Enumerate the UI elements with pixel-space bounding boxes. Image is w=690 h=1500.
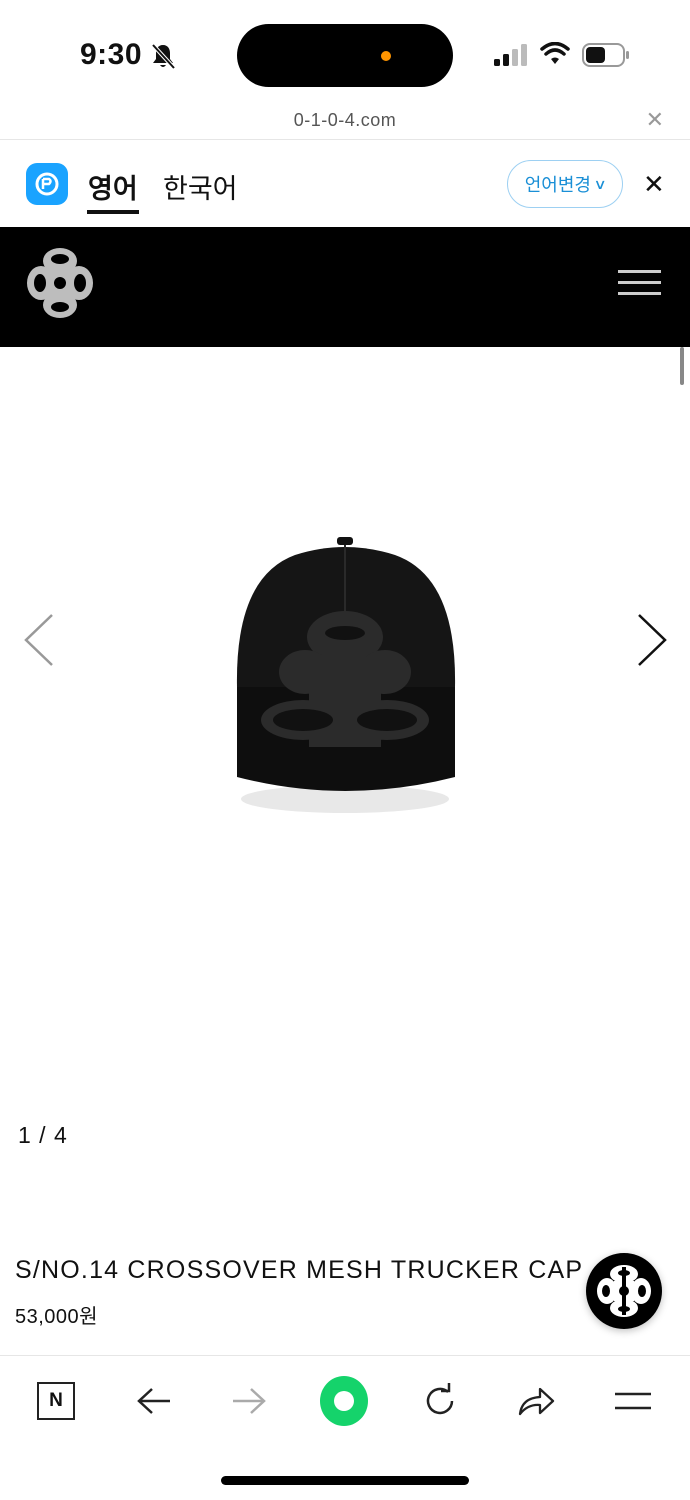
product-gallery[interactable]: 1 / 4 xyxy=(0,347,690,1177)
bell-off-icon xyxy=(151,43,176,70)
site-header xyxy=(0,227,690,347)
tab-source-language[interactable]: 영어 xyxy=(88,167,138,206)
close-translate-icon[interactable]: ✕ xyxy=(643,171,665,197)
reload-icon xyxy=(426,1383,454,1415)
back-arrow-icon xyxy=(137,1388,170,1414)
brand-logo[interactable] xyxy=(25,245,95,321)
share-icon xyxy=(518,1387,555,1416)
change-language-label: 언어변경 xyxy=(524,175,591,195)
tab-target-language[interactable]: 한국어 xyxy=(163,167,238,206)
chevron-left-icon[interactable] xyxy=(22,612,56,668)
battery-icon xyxy=(582,43,629,67)
signal-icon xyxy=(494,44,527,66)
home-button[interactable] xyxy=(320,1376,368,1426)
forward-arrow-icon xyxy=(233,1388,266,1414)
chevron-right-icon[interactable] xyxy=(635,612,669,668)
active-tab-underline xyxy=(87,210,139,214)
slide-counter: 1 / 4 xyxy=(18,1122,68,1148)
menu-icon xyxy=(615,1392,651,1410)
hamburger-icon[interactable] xyxy=(618,270,661,296)
naver-button[interactable]: N xyxy=(32,1378,80,1424)
status-bar: 9:30 xyxy=(0,0,690,100)
reload-button[interactable] xyxy=(416,1378,464,1424)
product-price: 53,000원 xyxy=(15,1306,99,1328)
wifi-icon xyxy=(540,42,570,64)
product-title: S/NO.14 CROSSOVER MESH TRUCKER CAP xyxy=(15,1256,584,1284)
change-language-button[interactable]: 언어변경 ∨ xyxy=(507,160,623,208)
forward-button[interactable] xyxy=(225,1378,273,1424)
naver-icon: N xyxy=(37,1382,75,1420)
back-button[interactable] xyxy=(130,1378,178,1424)
product-image-cap[interactable] xyxy=(225,537,465,827)
floating-brand-badge[interactable] xyxy=(586,1253,662,1329)
share-button[interactable] xyxy=(512,1378,560,1424)
menu-button[interactable] xyxy=(609,1378,657,1424)
status-time: 9:30 xyxy=(80,38,143,71)
home-icon xyxy=(320,1376,368,1426)
chevron-down-icon: ∨ xyxy=(593,175,607,192)
translate-bar: 영어 한국어 언어변경 ∨ ✕ xyxy=(0,141,690,227)
home-indicator[interactable] xyxy=(221,1476,469,1485)
papago-icon[interactable] xyxy=(26,163,68,205)
url-bar[interactable]: 0-1-0-4.com ✕ xyxy=(0,100,690,140)
privacy-indicator-dot xyxy=(381,51,391,61)
close-icon[interactable]: ✕ xyxy=(646,109,664,131)
dynamic-island xyxy=(237,24,453,87)
url-text[interactable]: 0-1-0-4.com xyxy=(0,110,690,131)
